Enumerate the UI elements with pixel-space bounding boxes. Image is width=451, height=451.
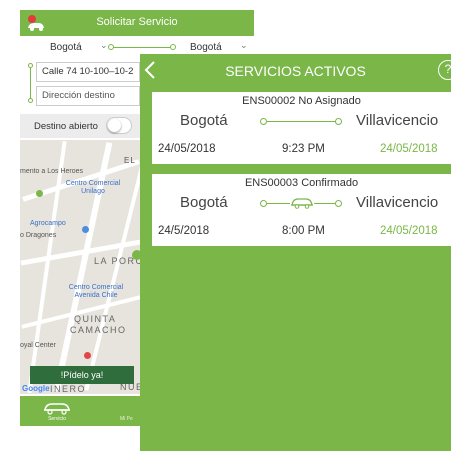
open-destination-toggle[interactable] xyxy=(106,117,132,134)
destination-address-field[interactable]: Dirección destino xyxy=(36,86,140,106)
tab-profile-label[interactable]: Mi Pe xyxy=(120,416,133,422)
origin-city: Bogotá xyxy=(180,112,228,129)
google-logo: Google xyxy=(22,384,50,393)
address-connector xyxy=(30,66,31,100)
route-indicator xyxy=(260,118,342,126)
map-pin-icon xyxy=(82,226,89,233)
order-now-button[interactable]: !Pídelo ya! xyxy=(30,366,134,384)
map-pin-icon xyxy=(84,352,91,359)
departure-date: 24/5/2018 xyxy=(158,225,210,237)
map-pin-icon xyxy=(36,190,43,197)
arrival-date: 24/05/2018 xyxy=(380,143,438,155)
map-district-label: CAMACHO xyxy=(70,325,127,335)
tab-service-label[interactable]: Servicio xyxy=(42,416,72,422)
destination-city-select[interactable]: Bogotá xyxy=(190,42,222,53)
service-card[interactable]: ENS00002 No Asignado Bogotá Villavicenci… xyxy=(152,92,451,164)
map-view[interactable]: mento a Los Heroes EL Centro Comercial U… xyxy=(20,140,142,394)
chevron-down-icon[interactable]: ⌄ xyxy=(240,40,248,51)
route-line xyxy=(264,121,338,122)
map-poi-label: Agrocampo xyxy=(30,220,66,227)
service-card[interactable]: ENS00003 Confirmado Bogotá Villavicencio… xyxy=(152,174,451,246)
arrival-date: 24/05/2018 xyxy=(380,225,438,237)
route-start-dot xyxy=(108,44,114,50)
route-line xyxy=(112,47,172,48)
origin-city: Bogotá xyxy=(180,194,228,211)
panel-title: SERVICIOS ACTIVOS xyxy=(225,63,366,79)
departure-time: 9:23 PM xyxy=(282,143,325,155)
map-district-label: INERO xyxy=(50,384,87,394)
app-header-title: Solicitar Servicio xyxy=(96,16,178,28)
map-poi-label: Centro Comercial Unilago xyxy=(65,180,121,195)
destination-city: Villavicencio xyxy=(356,112,439,129)
route-end-dot xyxy=(335,200,342,207)
open-destination-label: Destino abierto xyxy=(34,121,98,132)
map-district-label: QUINTA xyxy=(74,314,117,324)
active-services-panel: SERVICIOS ACTIVOS ? ENS00002 No Asignado… xyxy=(140,54,451,451)
car-icon[interactable] xyxy=(42,399,72,415)
app-header: Solicitar Servicio xyxy=(20,10,254,36)
origin-city-select[interactable]: Bogotá xyxy=(50,42,82,53)
service-code: ENS00002 No Asignado xyxy=(242,95,361,107)
open-destination-row: Destino abierto xyxy=(20,114,140,138)
departure-time: 8:00 PM xyxy=(282,225,325,237)
route-start-dot xyxy=(260,118,267,125)
destination-city: Villavicencio xyxy=(356,194,439,211)
route-end-dot xyxy=(335,118,342,125)
origin-address-field[interactable]: Calle 74 10-100–10-2 xyxy=(36,62,140,82)
map-poi-label: Centro Comercial Avenida Chile xyxy=(68,284,124,299)
chevron-down-icon[interactable]: ⌄ xyxy=(100,40,108,51)
destination-dot xyxy=(28,98,33,103)
map-label: o Dragones xyxy=(20,232,57,239)
toggle-knob xyxy=(108,119,121,132)
map-label: EL xyxy=(124,156,136,165)
departure-date: 24/05/2018 xyxy=(158,143,216,155)
map-label: oyal Center xyxy=(20,342,56,349)
service-code: ENS00003 Confirmado xyxy=(244,177,359,189)
route-end-dot xyxy=(170,44,176,50)
help-icon[interactable]: ? xyxy=(438,60,451,80)
bottom-tab-bar: Servicio Mi Pe xyxy=(20,396,142,426)
route-start-dot xyxy=(260,200,267,207)
origin-dot xyxy=(28,63,33,68)
car-icon xyxy=(290,195,314,209)
route-indicator xyxy=(260,195,342,209)
map-label: mento a Los Heroes xyxy=(20,168,84,175)
